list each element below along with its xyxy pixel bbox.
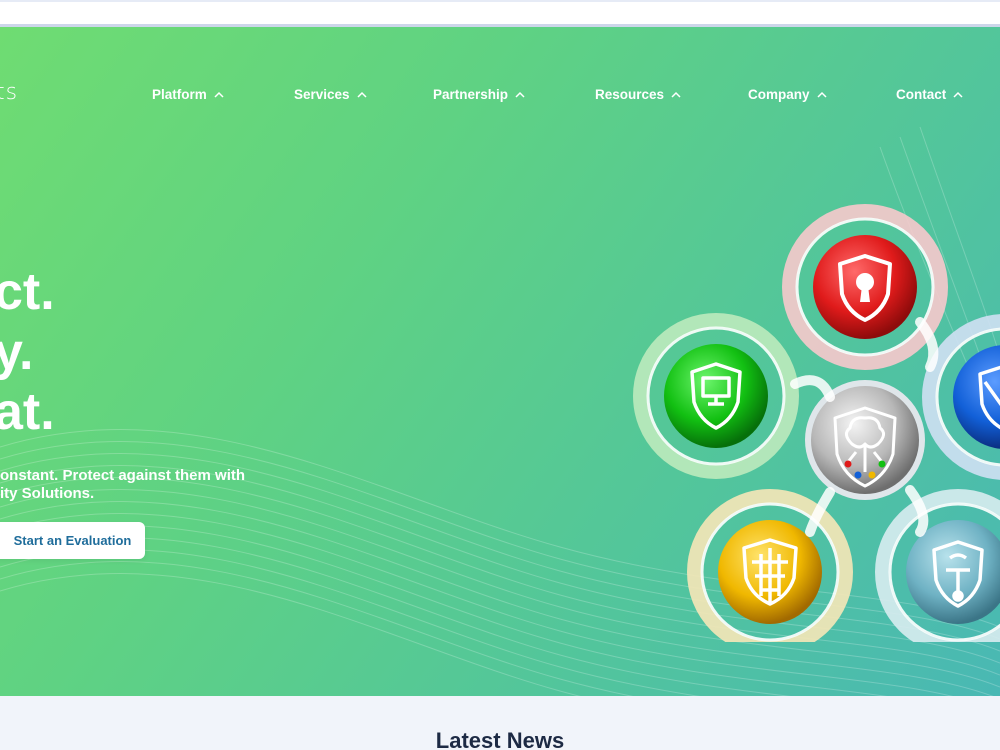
latest-news-heading: Latest News [435,728,565,750]
security-illustration [633,204,1000,642]
main-navigation: Platform Services Partnership Resources … [0,87,1000,107]
nav-company[interactable]: Company [748,87,827,102]
nav-company-label: Company [748,87,810,102]
nav-contact-label: Contact [896,87,947,102]
hero-headline: ct. y. at. [0,262,55,442]
chevron-up-icon [357,91,367,98]
nav-services-label: Services [294,87,350,102]
browser-top-bar [0,0,1000,27]
nav-resources-label: Resources [595,87,665,102]
headline-line-2: y. [0,323,34,381]
hero-tagline: onstant. Protect against them with ity S… [0,467,300,503]
nav-resources[interactable]: Resources [595,87,681,102]
nav-services[interactable]: Services [294,87,367,102]
nav-contact[interactable]: Contact [896,87,963,102]
hero-section: ts Platform Services Partnership Resourc… [0,27,1000,696]
nav-platform[interactable]: Platform [152,87,224,102]
chevron-up-icon [214,91,224,98]
chevron-up-icon [671,91,681,98]
tagline-line-1: onstant. Protect against them with [0,467,246,484]
chevron-up-icon [953,91,963,98]
chevron-up-icon [515,91,525,98]
tagline-line-2: ity Solutions. [0,485,95,502]
nav-partnership-label: Partnership [433,87,509,102]
start-evaluation-button[interactable]: Start an Evaluation [0,522,145,559]
nav-platform-label: Platform [152,87,207,102]
headline-line-3: at. [0,383,55,441]
chevron-up-icon [816,91,827,98]
nav-partnership[interactable]: Partnership [433,87,525,102]
headline-line-1: ct. [0,263,55,321]
